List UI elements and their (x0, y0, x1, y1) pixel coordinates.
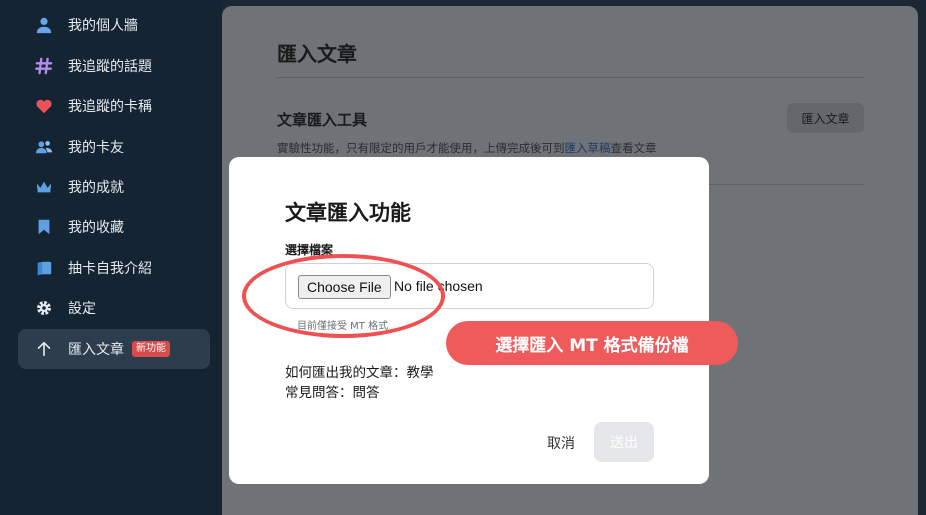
sidebar-item-label: 匯入文章 (68, 342, 124, 358)
sidebar-item-settings[interactable]: 設定 (18, 288, 210, 328)
desc-text: 實驗性功能，只有限定的用戶才能使用，上傳完成後可到 (277, 141, 565, 155)
tool-description: 實驗性功能，只有限定的用戶才能使用，上傳完成後可到匯入草稿查看文章 (277, 140, 657, 156)
sidebar-item-label: 我的收藏 (68, 220, 124, 236)
sidebar-item-achievements[interactable]: 我的成就 (18, 167, 210, 207)
tool-title: 文章匯入工具 (277, 111, 368, 129)
faq-link[interactable]: 常見問答：問答 (285, 381, 380, 401)
sidebar-item-label: 我的卡友 (68, 140, 124, 156)
desc-text: 查看文章 (610, 141, 657, 155)
highlight-oval (242, 254, 445, 338)
import-drafts-link[interactable]: 匯入草稿 (565, 141, 611, 155)
submit-button[interactable]: 送出 (594, 422, 654, 462)
divider (277, 77, 864, 78)
sidebar-item-label: 我的成就 (68, 180, 124, 196)
export-tutorial-link[interactable]: 如何匯出我的文章：教學 (285, 361, 434, 381)
sidebar-item-friends[interactable]: 我的卡友 (18, 127, 210, 167)
page-title: 匯入文章 (277, 42, 357, 66)
import-article-button[interactable]: 匯入文章 (787, 103, 864, 133)
sidebar-item-label: 我追蹤的話題 (68, 59, 152, 75)
sidebar-item-profile[interactable]: 我的個人牆 (18, 5, 210, 45)
sidebar-item-collection[interactable]: 我的收藏 (18, 207, 210, 247)
sidebar-item-label: 我追蹤的卡稱 (68, 99, 152, 115)
sidebar-item-card-intro[interactable]: 抽卡自我介紹 (18, 248, 210, 288)
crown-icon (34, 177, 54, 197)
bookmark-icon (34, 217, 54, 237)
hashtag-icon (34, 56, 54, 76)
sidebar-item-topics[interactable]: 我追蹤的話題 (18, 46, 210, 86)
gear-icon (34, 298, 54, 318)
sidebar-item-label: 我的個人牆 (68, 18, 138, 34)
friends-icon (34, 137, 54, 157)
arrow-up-icon (34, 339, 54, 359)
annotation-callout: 選擇匯入 MT 格式備份檔 (446, 321, 738, 365)
sidebar-item-label: 設定 (68, 301, 96, 317)
user-icon (34, 15, 54, 35)
new-feature-badge: 新功能 (132, 341, 170, 357)
modal-title: 文章匯入功能 (285, 201, 411, 225)
sidebar: 我的個人牆 我追蹤的話題 我追蹤的卡稱 我的卡友 我的成就 我的收藏 抽卡自我介… (0, 0, 222, 515)
card-icon (34, 258, 54, 278)
sidebar-item-import[interactable]: 匯入文章 新功能 (18, 329, 210, 369)
sidebar-item-label: 抽卡自我介紹 (68, 261, 152, 277)
heart-icon (34, 96, 54, 116)
divider (708, 184, 864, 185)
sidebar-item-followed-cards[interactable]: 我追蹤的卡稱 (18, 86, 210, 126)
cancel-button[interactable]: 取消 (547, 433, 575, 453)
